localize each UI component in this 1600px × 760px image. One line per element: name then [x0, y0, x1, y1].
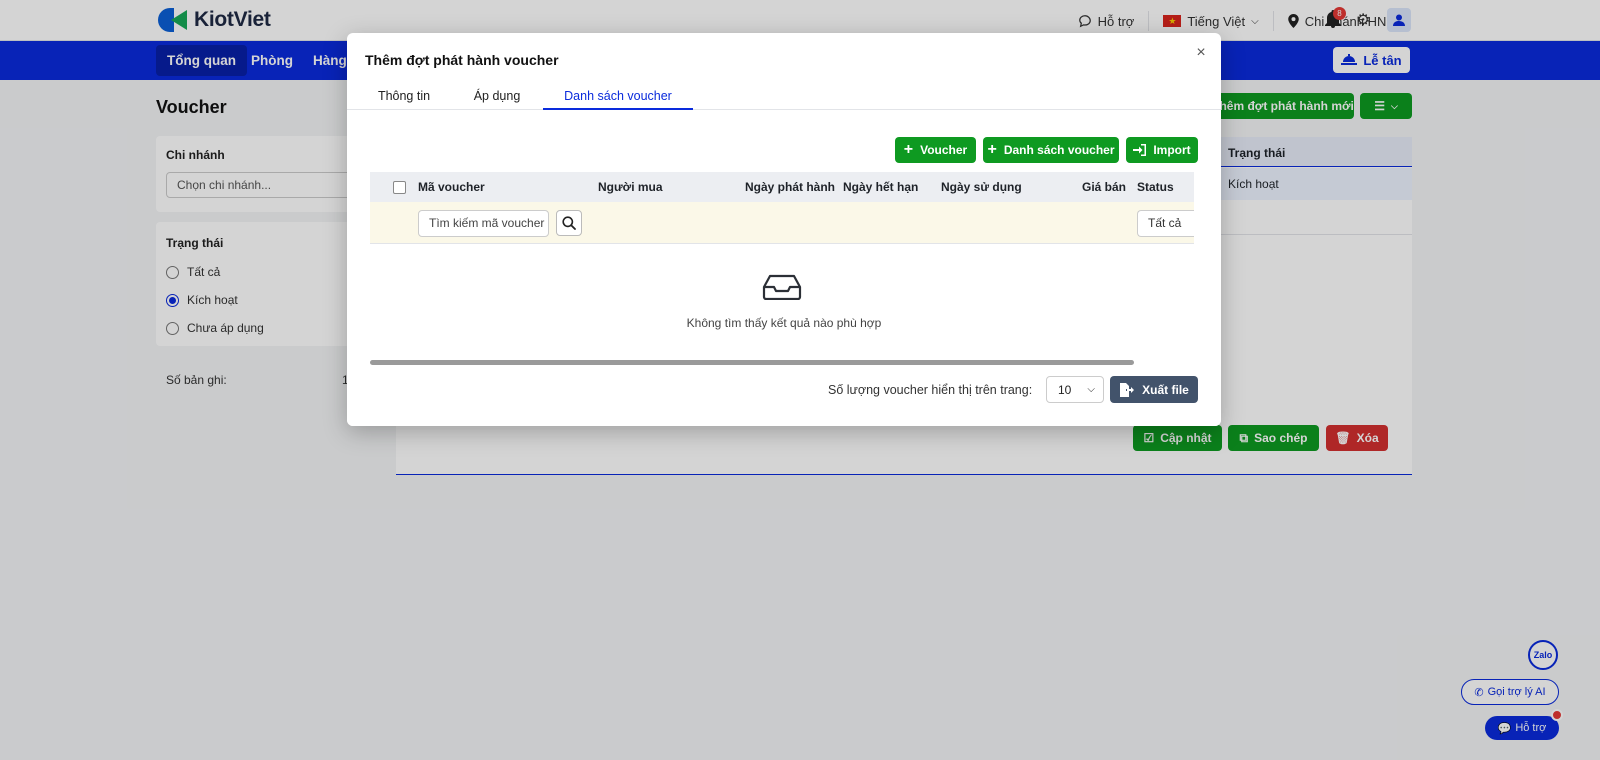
- column-header-used-date[interactable]: Ngày sử dụng: [941, 172, 1022, 202]
- import-icon: [1133, 144, 1147, 156]
- tab-apply[interactable]: Áp dụng: [469, 89, 525, 110]
- import-button[interactable]: Import: [1126, 137, 1198, 163]
- plus-icon: +: [903, 141, 914, 158]
- status-filter-select[interactable]: Tất cả: [1137, 210, 1194, 237]
- modal-tabs: Thông tin Áp dụng Danh sách voucher: [347, 89, 1221, 110]
- column-header-code[interactable]: Mã voucher: [418, 172, 485, 202]
- page-size-select[interactable]: 10 ⌵: [1046, 376, 1104, 403]
- voucher-table-header: Mã voucher Người mua Ngày phát hành Ngày…: [370, 172, 1194, 202]
- column-header-price[interactable]: Giá bán: [1082, 172, 1126, 202]
- empty-state-text: Không tìm thấy kết quả nào phù hợp: [686, 316, 882, 330]
- add-voucher-label: Voucher: [920, 143, 968, 157]
- voucher-code-search-input[interactable]: Tìm kiếm mã voucher: [418, 210, 549, 237]
- export-file-icon: [1120, 382, 1135, 397]
- add-voucher-batch-modal: Thêm đợt phát hành voucher × Thông tin Á…: [347, 33, 1221, 426]
- import-label: Import: [1153, 143, 1191, 157]
- add-voucher-list-label: Danh sách voucher: [1003, 143, 1115, 157]
- search-icon: [562, 216, 576, 230]
- add-voucher-list-button[interactable]: + Danh sách voucher: [983, 137, 1119, 163]
- search-button[interactable]: [556, 210, 582, 236]
- tab-info[interactable]: Thông tin: [373, 89, 435, 110]
- horizontal-scrollbar[interactable]: [370, 360, 1134, 365]
- column-header-buyer[interactable]: Người mua: [598, 172, 663, 202]
- add-voucher-button[interactable]: + Voucher: [895, 137, 976, 163]
- chevron-down-icon: ⌵: [1087, 384, 1095, 395]
- close-icon[interactable]: ×: [1193, 45, 1209, 61]
- modal-title: Thêm đợt phát hành voucher: [365, 52, 559, 68]
- column-header-expiry-date[interactable]: Ngày hết hạn: [843, 172, 918, 202]
- page-size-value: 10: [1058, 382, 1072, 397]
- export-file-label: Xuất file: [1142, 382, 1189, 397]
- select-all-checkbox[interactable]: [393, 181, 406, 194]
- filter-row: Tìm kiếm mã voucher Tất cả: [370, 202, 1194, 244]
- empty-inbox-icon: [762, 274, 802, 300]
- page-size-label: Số lượng voucher hiển thị trên trang:: [828, 383, 1033, 397]
- export-file-button[interactable]: Xuất file: [1110, 376, 1198, 403]
- column-header-status[interactable]: Status: [1137, 172, 1174, 202]
- plus-icon: +: [987, 141, 997, 158]
- tab-voucher-list[interactable]: Danh sách voucher: [543, 89, 693, 110]
- column-header-issue-date[interactable]: Ngày phát hành: [745, 172, 835, 202]
